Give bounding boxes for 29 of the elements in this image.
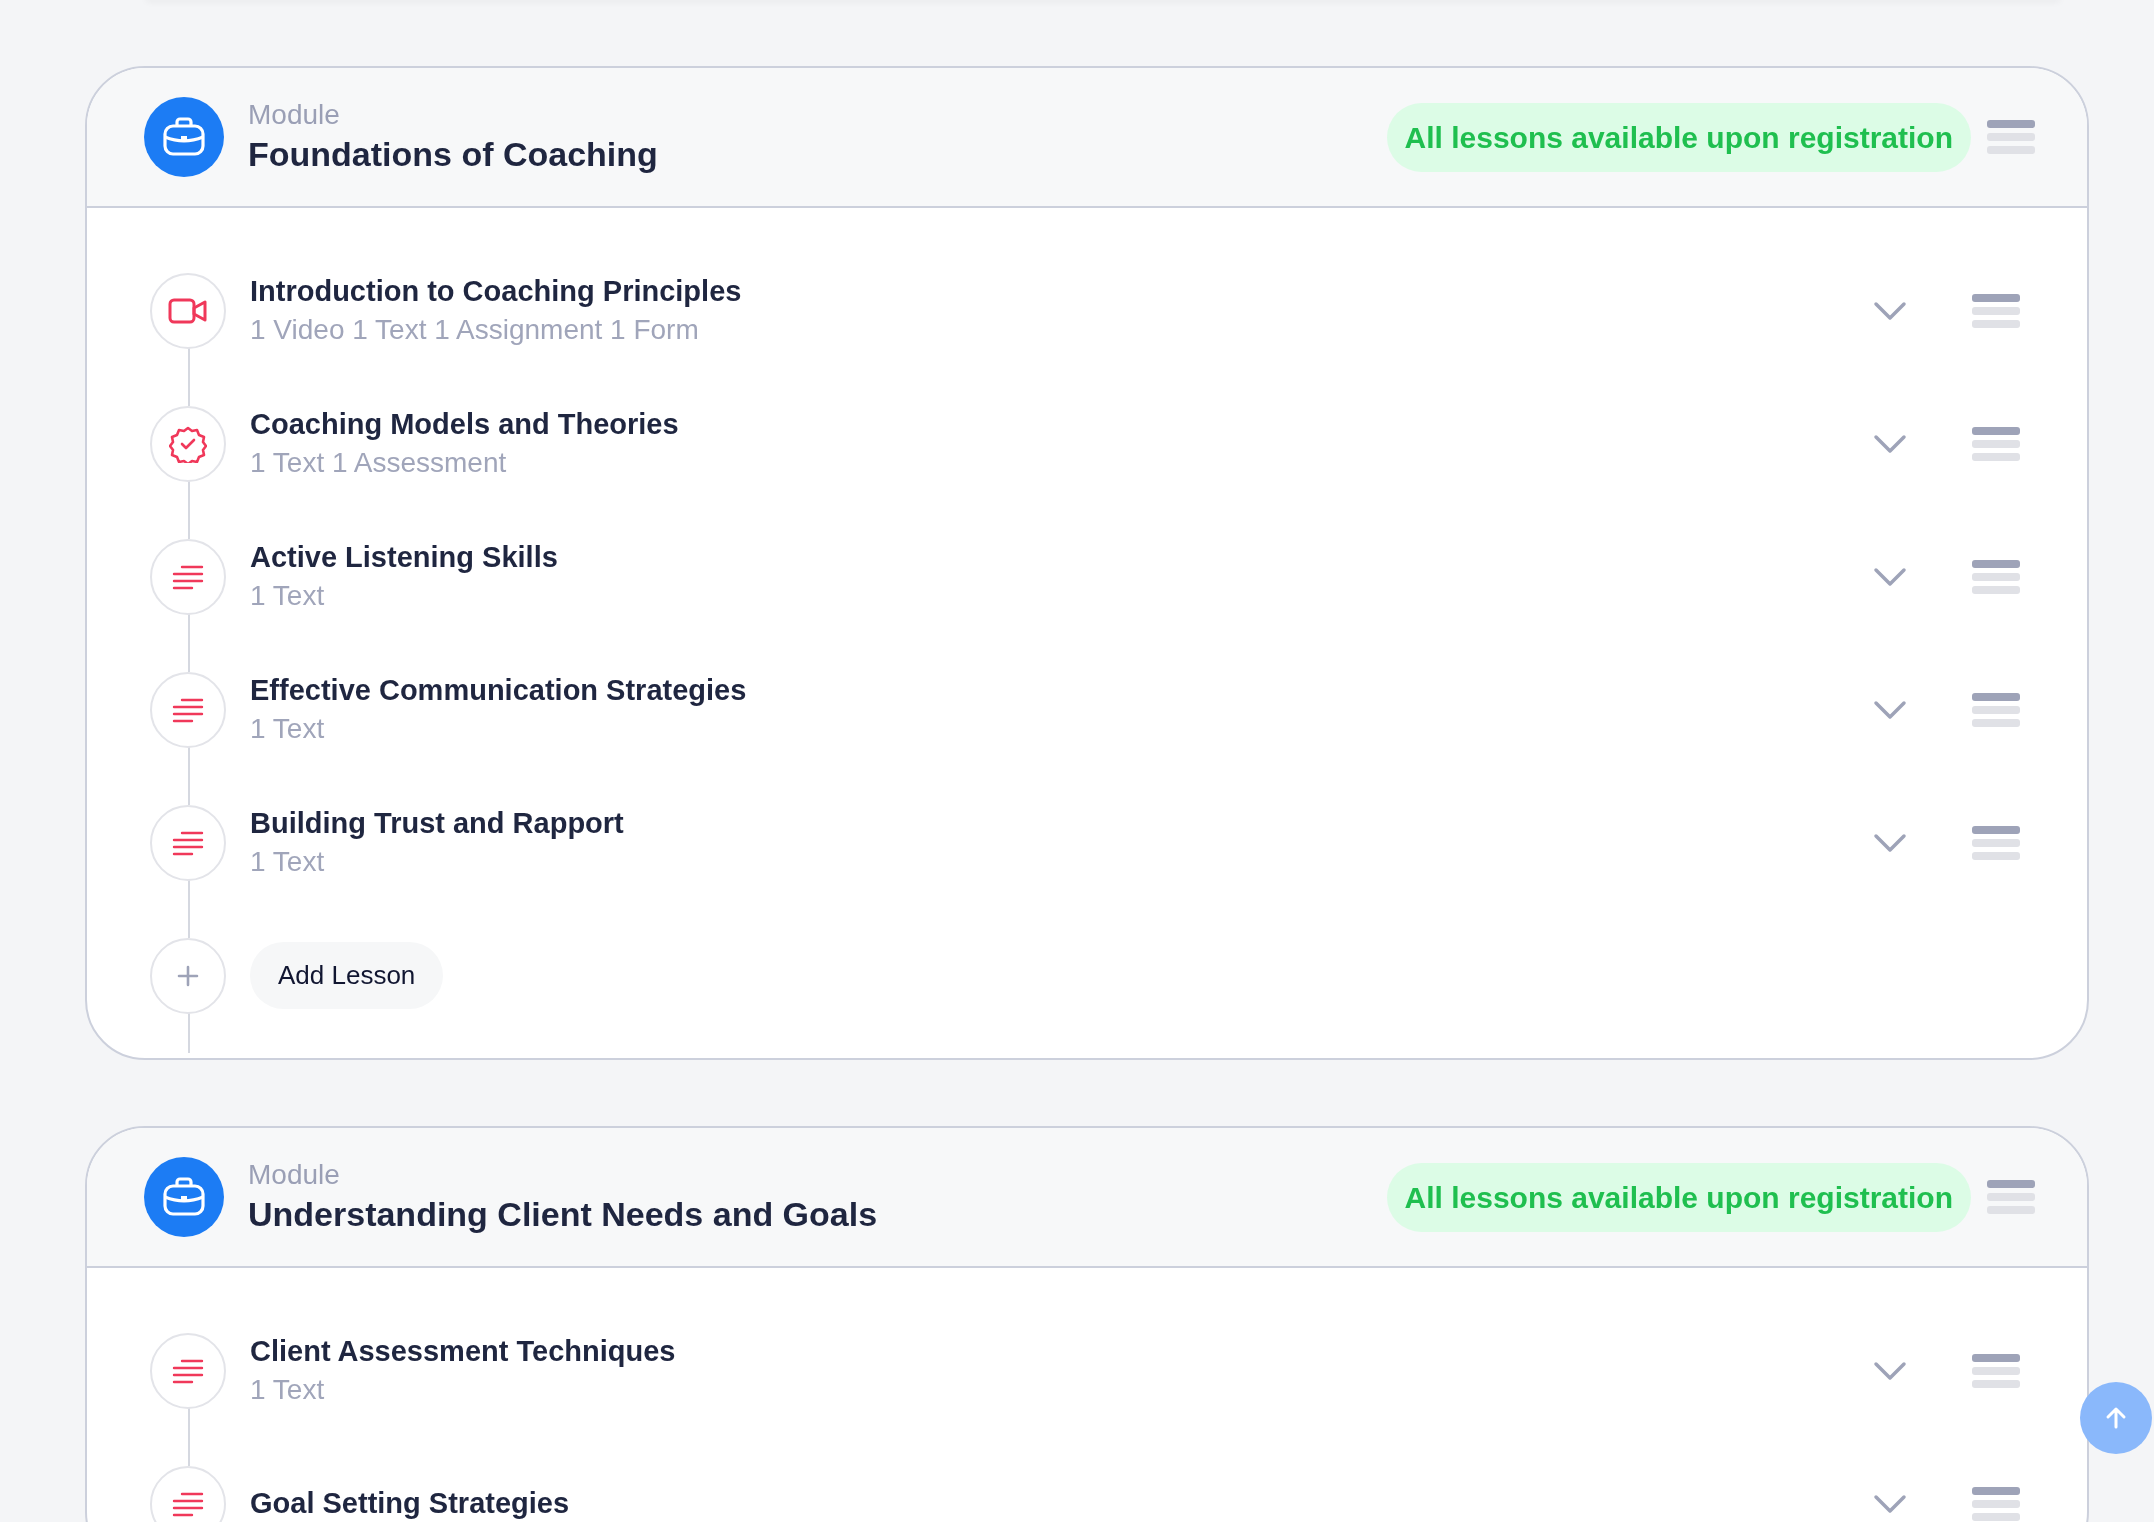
drag-handle-icon[interactable] xyxy=(1972,692,2020,727)
drag-handle-icon[interactable] xyxy=(1972,426,2020,461)
drag-handle-icon[interactable] xyxy=(1972,293,2020,328)
lesson-title: Effective Communication Strategies xyxy=(250,673,748,709)
drag-handle-icon[interactable] xyxy=(1987,1180,2035,1214)
lesson-title: Active Listening Skills xyxy=(250,540,559,576)
lesson-title: Coaching Models and Theories xyxy=(250,407,680,443)
lesson-title: Client Assessment Techniques xyxy=(250,1334,677,1370)
drag-handle-icon[interactable] xyxy=(1972,825,2020,860)
lesson-summary: 1 Text xyxy=(250,1373,326,1408)
availability-badge: All lessons available upon registration xyxy=(1386,1162,1971,1232)
drag-handle-icon[interactable] xyxy=(1972,1353,2020,1388)
module-title: Understanding Client Needs and Goals xyxy=(248,1193,879,1235)
module-label: Module xyxy=(248,1158,341,1192)
lesson-summary: 1 Text xyxy=(250,712,326,747)
lesson-summary: 1 Text xyxy=(250,579,326,614)
lesson-summary: 1 Text xyxy=(250,845,326,880)
availability-badge: All lessons available upon registration xyxy=(1386,102,1971,172)
module-label: Module xyxy=(248,98,341,132)
module-title: Foundations of Coaching xyxy=(248,133,659,175)
lesson-summary: 1 Text 1 Assessment xyxy=(250,446,508,481)
drag-handle-icon[interactable] xyxy=(1972,1486,2020,1521)
add-lesson-button[interactable]: Add Lesson xyxy=(250,942,444,1009)
lesson-title: Introduction to Coaching Principles xyxy=(250,274,743,310)
drag-handle-icon[interactable] xyxy=(1972,559,2020,594)
drag-handle-icon[interactable] xyxy=(1987,120,2035,154)
lesson-title: Goal Setting Strategies xyxy=(250,1485,571,1521)
lesson-title: Building Trust and Rapport xyxy=(250,806,625,842)
lesson-summary: 1 Video 1 Text 1 Assignment 1 Form xyxy=(250,313,700,348)
